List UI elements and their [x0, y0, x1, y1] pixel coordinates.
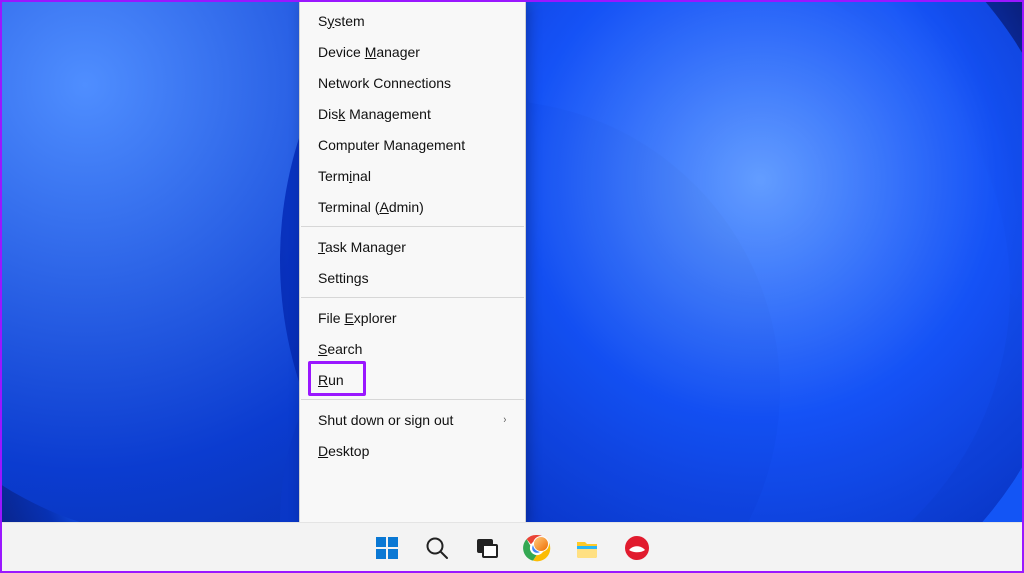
chrome-profile-avatar	[533, 536, 549, 552]
chrome-icon	[523, 534, 551, 562]
menu-item-system[interactable]: System	[300, 5, 525, 36]
menu-item-run[interactable]: Run	[300, 364, 525, 395]
menu-separator	[301, 226, 524, 227]
task-view-icon	[474, 535, 500, 561]
menu-item-desktop[interactable]: Desktop	[300, 435, 525, 466]
file-explorer-app[interactable]	[566, 527, 608, 569]
menu-item-search[interactable]: Search	[300, 333, 525, 364]
file-explorer-icon	[574, 535, 600, 561]
start-button[interactable]	[366, 527, 408, 569]
chrome-app[interactable]	[516, 527, 558, 569]
task-view-button[interactable]	[466, 527, 508, 569]
menu-item-computer-management[interactable]: Computer Management	[300, 129, 525, 160]
chevron-right-icon: ›	[504, 414, 507, 426]
menu-item-disk-management[interactable]: Disk Management	[300, 98, 525, 129]
pinned-app[interactable]	[616, 527, 658, 569]
menu-item-task-manager[interactable]: Task Manager	[300, 231, 525, 262]
menu-item-device-manager[interactable]: Device Manager	[300, 36, 525, 67]
menu-item-terminal-admin[interactable]: Terminal (Admin)	[300, 191, 525, 222]
pinned-app-icon	[624, 535, 650, 561]
winx-context-menu: SystemDevice ManagerNetwork ConnectionsD…	[299, 0, 526, 523]
menu-item-terminal[interactable]: Terminal	[300, 160, 525, 191]
windows-logo-icon	[374, 535, 400, 561]
menu-separator	[301, 399, 524, 400]
menu-separator	[301, 297, 524, 298]
search-button[interactable]	[416, 527, 458, 569]
taskbar	[0, 522, 1024, 573]
search-icon	[424, 535, 450, 561]
menu-item-network-connections[interactable]: Network Connections	[300, 67, 525, 98]
menu-item-file-explorer[interactable]: File Explorer	[300, 302, 525, 333]
menu-item-settings[interactable]: Settings	[300, 262, 525, 293]
menu-item-shut-down[interactable]: Shut down or sign out›	[300, 404, 525, 435]
